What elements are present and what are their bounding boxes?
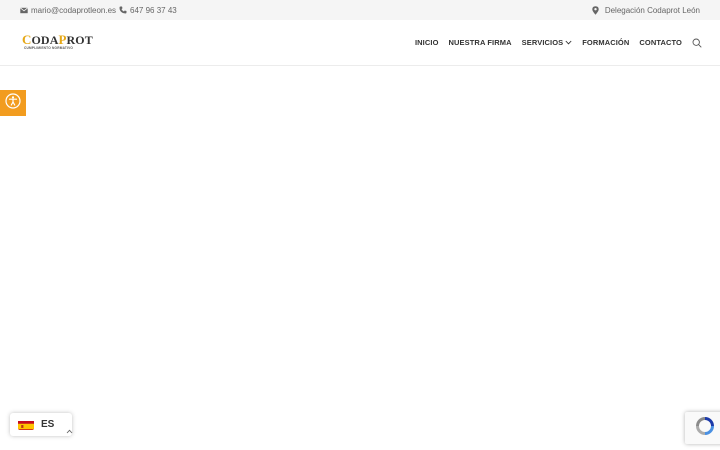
topbar-phone[interactable]: 647 96 37 43 xyxy=(119,0,177,20)
top-contact-bar: mario@codaprotleon.es 647 96 37 43 Deleg… xyxy=(0,0,720,20)
chevron-down-icon xyxy=(565,38,572,47)
map-pin-icon xyxy=(592,5,599,15)
phone-icon xyxy=(119,6,127,14)
phone-text[interactable]: 647 96 37 43 xyxy=(130,6,177,15)
nav-contacto[interactable]: CONTACTO xyxy=(639,38,682,47)
main-navigation: INICIO NUESTRA FIRMA SERVICIOS FORMACIÓN… xyxy=(405,20,702,65)
spain-flag-icon xyxy=(18,419,34,430)
language-code: ES xyxy=(41,419,55,430)
nav-inicio[interactable]: INICIO xyxy=(415,38,439,47)
logo-wordmark: CODAPROT xyxy=(22,32,93,47)
recaptcha-badge[interactable] xyxy=(685,412,720,444)
accessibility-button[interactable] xyxy=(0,90,26,116)
location-text[interactable]: Delegación Codaprot León xyxy=(605,6,700,15)
envelope-icon xyxy=(20,6,28,14)
nav-servicios[interactable]: SERVICIOS xyxy=(522,38,573,47)
email-text[interactable]: mario@codaprotleon.es xyxy=(31,6,116,15)
codaprot-logo[interactable]: CODAPROT CUMPLIMIENTO NORMATIVO xyxy=(22,33,93,52)
nav-formacion[interactable]: FORMACIÓN xyxy=(582,38,629,47)
site-header: CODAPROT CUMPLIMIENTO NORMATIVO INICIO N… xyxy=(0,20,720,66)
search-icon[interactable] xyxy=(692,38,702,48)
chevron-up-icon xyxy=(66,421,73,439)
logo-tagline: CUMPLIMIENTO NORMATIVO xyxy=(24,46,74,50)
recaptcha-icon xyxy=(694,415,716,442)
accessibility-icon xyxy=(5,92,21,114)
topbar-email[interactable]: mario@codaprotleon.es xyxy=(20,0,116,20)
nav-nuestra-firma[interactable]: NUESTRA FIRMA xyxy=(449,38,512,47)
language-switcher[interactable]: ES xyxy=(10,413,73,439)
nav-servicios-label: SERVICIOS xyxy=(521,38,564,47)
topbar-location[interactable]: Delegación Codaprot León xyxy=(592,0,700,20)
